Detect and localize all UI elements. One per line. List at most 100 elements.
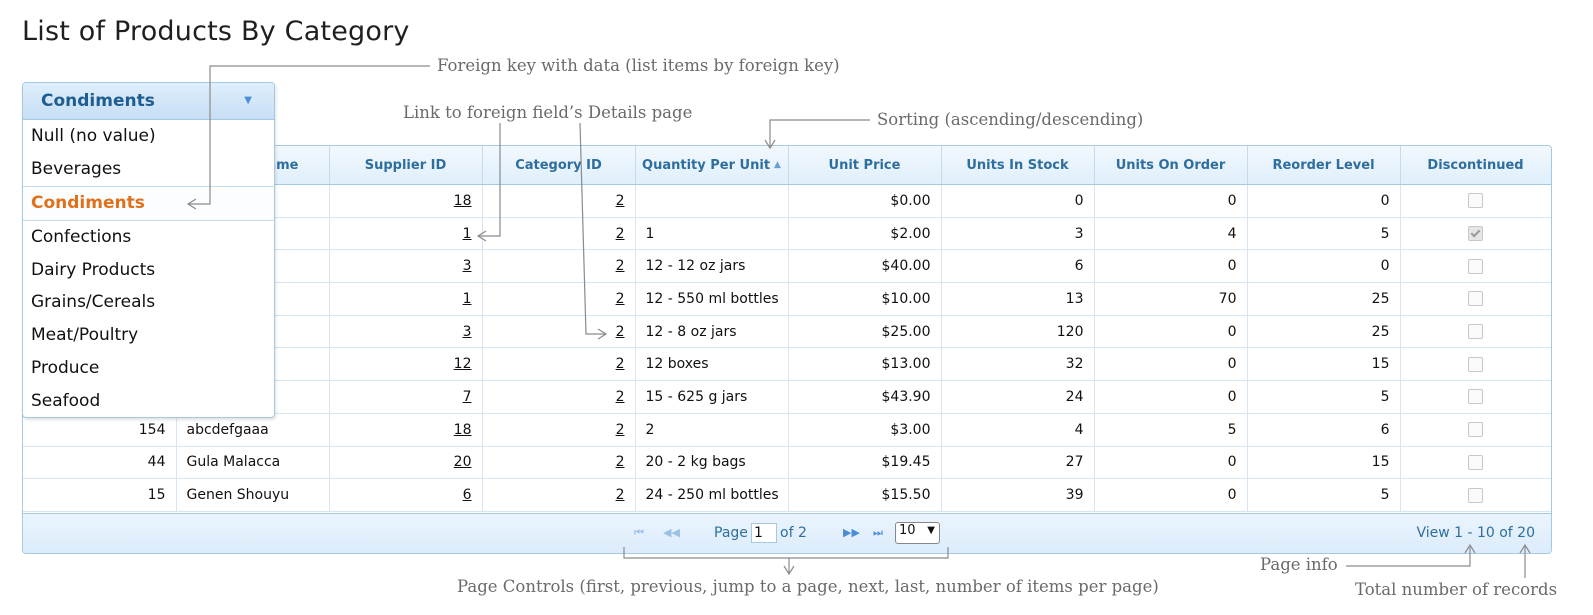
supplier-id-cell: 3 bbox=[329, 315, 483, 349]
cell-unit-price: $43.90 bbox=[788, 380, 942, 414]
discontinued-checkbox[interactable] bbox=[1468, 291, 1483, 307]
cell-unit-price: $10.00 bbox=[788, 282, 942, 316]
cell-reorder-level: 5 bbox=[1247, 380, 1401, 414]
table-row[interactable]: 44 Gula Malacca 20 2 20 - 2 kg bags $19.45 27 0… bbox=[23, 446, 1551, 480]
cell-reorder-level: 15 bbox=[1247, 347, 1401, 382]
category-dropdown-selected[interactable]: Condiments ▼ bbox=[23, 83, 274, 120]
category-id-link[interactable]: 2 bbox=[616, 226, 625, 242]
category-option[interactable]: Confections bbox=[23, 221, 274, 254]
column-header-discontinued[interactable]: Discontinued bbox=[1400, 146, 1551, 185]
supplier-id-link[interactable]: 3 bbox=[463, 258, 472, 274]
chevron-down-icon: ▼ bbox=[244, 95, 252, 106]
category-option[interactable]: Seafood bbox=[23, 385, 274, 417]
category-option[interactable]: Meat/Poultry bbox=[23, 319, 274, 352]
column-header-supplier-id[interactable]: Supplier ID bbox=[329, 146, 483, 185]
cell-quantity-per-unit: 24 - 250 ml bottles bbox=[635, 478, 789, 512]
page-title: List of Products By Category bbox=[22, 16, 410, 47]
cell-units-on-order: 0 bbox=[1094, 249, 1248, 284]
category-id-link[interactable]: 2 bbox=[616, 454, 625, 470]
category-id-link[interactable]: 2 bbox=[616, 487, 625, 503]
cell-units-on-order: 0 bbox=[1094, 380, 1248, 414]
cell-quantity-per-unit: 12 boxes bbox=[635, 347, 789, 382]
supplier-id-cell: 3 bbox=[329, 249, 483, 284]
table-row[interactable]: 154 abcdefgaaa 18 2 2 $3.00 4 5 6 bbox=[23, 413, 1551, 447]
table-row[interactable]: 15 Genen Shouyu 6 2 24 - 250 ml bottles $15.5… bbox=[23, 478, 1551, 512]
supplier-id-cell: 12 bbox=[329, 347, 483, 382]
supplier-id-cell: 7 bbox=[329, 380, 483, 414]
category-id-link[interactable]: 2 bbox=[616, 258, 625, 274]
last-page-icon[interactable]: ⏭ bbox=[873, 526, 883, 540]
supplier-id-link[interactable]: 3 bbox=[463, 324, 472, 340]
prev-page-icon[interactable]: ◀◀ bbox=[663, 526, 680, 539]
cell-units-on-order: 4 bbox=[1094, 217, 1248, 251]
cell-units-on-order: 70 bbox=[1094, 282, 1248, 316]
first-page-icon[interactable]: ⏮ bbox=[634, 526, 644, 540]
cell-quantity-per-unit: 12 - 12 oz jars bbox=[635, 249, 789, 284]
discontinued-checkbox[interactable] bbox=[1468, 324, 1483, 340]
supplier-id-link[interactable]: 7 bbox=[463, 389, 472, 405]
column-header-units-on-order[interactable]: Units On Order bbox=[1094, 146, 1248, 185]
column-header-category-id[interactable]: Category ID bbox=[482, 146, 636, 185]
cell-product-name: abcdefgaaa bbox=[176, 413, 330, 447]
category-id-link[interactable]: 2 bbox=[616, 389, 625, 405]
category-option[interactable]: Condiments bbox=[23, 185, 274, 221]
category-id-cell: 2 bbox=[482, 478, 636, 512]
category-option[interactable]: Produce bbox=[23, 352, 274, 385]
cell-units-in-stock: 4 bbox=[941, 413, 1095, 447]
discontinued-checkbox[interactable] bbox=[1468, 258, 1483, 274]
supplier-id-cell: 20 bbox=[329, 446, 483, 480]
column-header-unit-price[interactable]: Unit Price bbox=[788, 146, 942, 185]
cell-reorder-level: 6 bbox=[1247, 413, 1401, 447]
page-number-input[interactable] bbox=[751, 523, 777, 543]
supplier-id-link[interactable]: 18 bbox=[454, 422, 472, 438]
column-header-quantity-per-unit[interactable]: Quantity Per Unit ▲ bbox=[635, 146, 789, 185]
supplier-id-link[interactable]: 6 bbox=[463, 487, 472, 503]
chevron-down-icon: ▼ bbox=[927, 525, 935, 536]
column-header-label: Quantity Per Unit bbox=[642, 157, 771, 173]
cell-reorder-level: 15 bbox=[1247, 446, 1401, 480]
cell-quantity-per-unit: 1 bbox=[635, 217, 789, 251]
category-option[interactable]: Beverages bbox=[23, 153, 274, 186]
sort-ascending-icon: ▲ bbox=[774, 159, 781, 170]
discontinued-checkbox[interactable] bbox=[1468, 226, 1483, 242]
cell-discontinued bbox=[1400, 478, 1551, 512]
column-header-units-in-stock[interactable]: Units In Stock bbox=[941, 146, 1095, 185]
category-id-link[interactable]: 2 bbox=[616, 324, 625, 340]
discontinued-checkbox[interactable] bbox=[1468, 487, 1483, 503]
next-page-icon[interactable]: ▶▶ bbox=[843, 526, 860, 539]
annotation-total-records: Total number of records bbox=[1355, 580, 1558, 599]
cell-discontinued bbox=[1400, 413, 1551, 447]
category-dropdown[interactable]: Condiments ▼ Null (no value) Beverages Con… bbox=[22, 82, 275, 418]
category-id-cell: 2 bbox=[482, 184, 636, 218]
annotation-page-info: Page info bbox=[1260, 555, 1338, 574]
category-id-link[interactable]: 2 bbox=[616, 422, 625, 438]
category-id-link[interactable]: 2 bbox=[616, 356, 625, 372]
page-size-select[interactable]: 10 ▼ bbox=[895, 522, 940, 544]
selected-category-label: Condiments bbox=[41, 91, 155, 111]
cell-quantity-per-unit: 12 - 550 ml bottles bbox=[635, 282, 789, 316]
cell-units-in-stock: 27 bbox=[941, 446, 1095, 480]
category-option[interactable]: Dairy Products bbox=[23, 254, 274, 287]
cell-quantity-per-unit: 20 - 2 kg bags bbox=[635, 446, 789, 480]
cell-units-in-stock: 24 bbox=[941, 380, 1095, 414]
category-id-link[interactable]: 2 bbox=[616, 193, 625, 209]
supplier-id-cell: 1 bbox=[329, 282, 483, 316]
discontinued-checkbox[interactable] bbox=[1468, 356, 1483, 372]
discontinued-checkbox[interactable] bbox=[1468, 389, 1483, 405]
supplier-id-link[interactable]: 1 bbox=[463, 291, 472, 307]
category-option[interactable]: Null (no value) bbox=[23, 120, 274, 153]
category-id-cell: 2 bbox=[482, 315, 636, 349]
supplier-id-link[interactable]: 20 bbox=[454, 454, 472, 470]
cell-discontinued bbox=[1400, 446, 1551, 480]
cell-unit-price: $25.00 bbox=[788, 315, 942, 349]
cell-reorder-level: 0 bbox=[1247, 184, 1401, 218]
supplier-id-link[interactable]: 12 bbox=[454, 356, 472, 372]
discontinued-checkbox[interactable] bbox=[1468, 454, 1483, 470]
column-header-reorder-level[interactable]: Reorder Level bbox=[1247, 146, 1401, 185]
discontinued-checkbox[interactable] bbox=[1468, 422, 1483, 438]
category-option[interactable]: Grains/Cereals bbox=[23, 286, 274, 319]
discontinued-checkbox[interactable] bbox=[1468, 193, 1483, 209]
category-id-link[interactable]: 2 bbox=[616, 291, 625, 307]
supplier-id-link[interactable]: 18 bbox=[454, 193, 472, 209]
supplier-id-link[interactable]: 1 bbox=[463, 226, 472, 242]
